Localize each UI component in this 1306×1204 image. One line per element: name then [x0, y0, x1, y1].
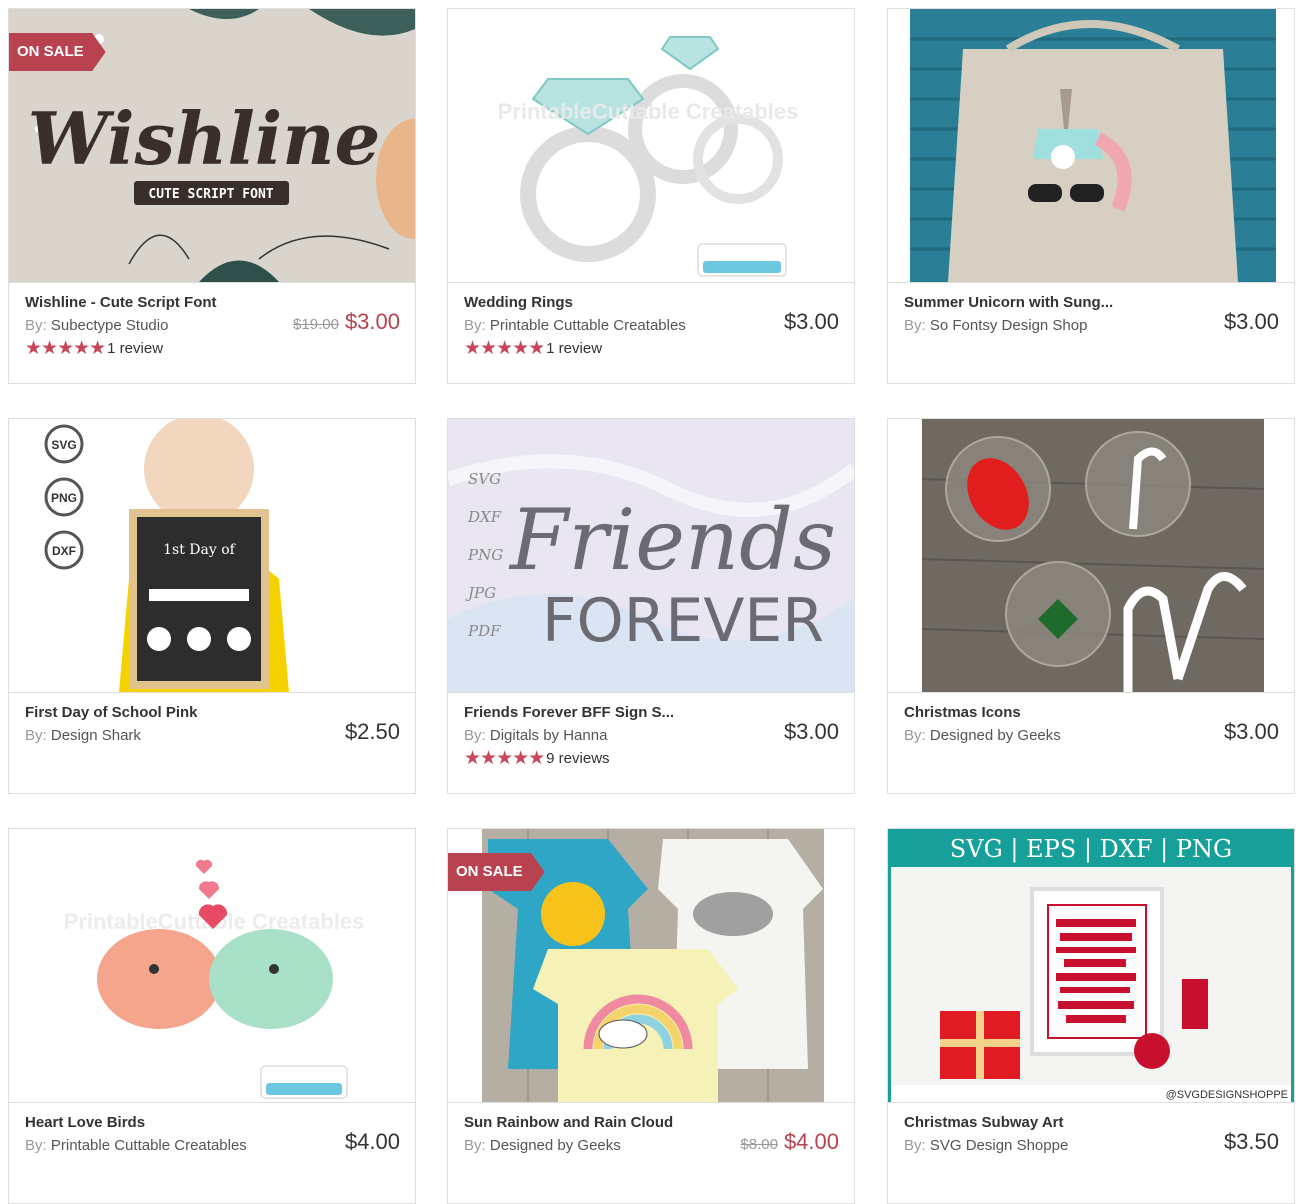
- product-card-first-day-school[interactable]: 1st Day of SVG PNG DXF First Day of Scho…: [8, 418, 416, 794]
- product-card-summer-unicorn[interactable]: Summer Unicorn with Sung... By: So Fonts…: [887, 8, 1295, 384]
- format-badge-svg: SVG: [51, 438, 76, 452]
- author-name[interactable]: Printable Cuttable Creatables: [51, 1137, 247, 1154]
- product-image[interactable]: SVG DXF PNG JPG PDF Friends FOREVER: [448, 419, 854, 693]
- product-image[interactable]: PrintableCuttable Creatables: [9, 829, 415, 1103]
- product-card-sun-rainbow[interactable]: ON SALE Sun Rainbow and Rain Cloud By: D…: [447, 828, 855, 1204]
- product-card-christmas-icons[interactable]: Christmas Icons By: Designed by Geeks $3…: [887, 418, 1295, 794]
- product-title[interactable]: Wishline - Cute Script Font: [25, 293, 285, 313]
- product-rating[interactable]: ★★★★★ 1 review: [464, 339, 724, 359]
- product-author[interactable]: By: Designed by Geeks: [464, 1136, 686, 1156]
- product-author[interactable]: By: Designed by Geeks: [904, 726, 1126, 746]
- image-footer-text: @SVGDESIGNSHOPPE: [1166, 1089, 1288, 1101]
- product-author[interactable]: By: So Fontsy Design Shop: [904, 316, 1126, 336]
- image-subtitle-text: FOREVER: [542, 586, 824, 656]
- current-price: $3.00: [783, 719, 839, 744]
- author-name[interactable]: Designed by Geeks: [930, 727, 1061, 744]
- product-author[interactable]: By: Subectype Studio: [25, 316, 247, 336]
- current-price: $2.50: [344, 719, 400, 744]
- product-card-wishline[interactable]: Wishline CUTE SCRIPT FONT ON SALE Wishli…: [8, 8, 416, 384]
- author-name[interactable]: Subectype Studio: [51, 317, 169, 334]
- image-title-text: Friends: [508, 491, 836, 589]
- current-price: $3.00: [344, 309, 400, 334]
- product-card-heart-love-birds[interactable]: PrintableCuttable Creatables Heart Love …: [8, 828, 416, 1204]
- product-title[interactable]: Sun Rainbow and Rain Cloud: [464, 1113, 724, 1133]
- by-label: By:: [464, 1137, 486, 1154]
- format-list-dxf: DXF: [467, 508, 502, 526]
- by-label: By:: [904, 727, 926, 744]
- format-badge-png: PNG: [51, 491, 77, 505]
- format-badge-dxf: DXF: [52, 544, 76, 558]
- product-title[interactable]: Heart Love Birds: [25, 1113, 285, 1133]
- product-price: $8.00 $4.00: [740, 1129, 839, 1155]
- product-title[interactable]: Summer Unicorn with Sung...: [904, 293, 1164, 313]
- product-title[interactable]: Christmas Icons: [904, 703, 1164, 723]
- author-name[interactable]: SVG Design Shoppe: [930, 1137, 1068, 1154]
- by-label: By:: [464, 317, 486, 334]
- format-list-png: PNG: [467, 546, 503, 564]
- current-price: $3.50: [1223, 1129, 1279, 1154]
- product-image[interactable]: PrintableCuttable Creatables: [448, 9, 854, 283]
- author-name[interactable]: So Fontsy Design Shop: [930, 317, 1088, 334]
- product-price: $2.50: [345, 719, 400, 745]
- author-name[interactable]: Designed by Geeks: [490, 1137, 621, 1154]
- image-subtitle-text: CUTE SCRIPT FONT: [148, 187, 273, 202]
- current-price: $3.00: [1223, 719, 1279, 744]
- current-price: $3.00: [1223, 309, 1279, 334]
- product-price: $3.00: [784, 719, 839, 745]
- product-price: $3.50: [1224, 1129, 1279, 1155]
- current-price: $4.00: [344, 1129, 400, 1154]
- original-price: $8.00: [740, 1136, 778, 1153]
- format-list-jpg: JPG: [465, 584, 496, 602]
- product-rating[interactable]: ★★★★★ 9 reviews: [464, 749, 724, 769]
- author-name[interactable]: Printable Cuttable Creatables: [490, 317, 686, 334]
- image-header-text: SVG | EPS | DXF | PNG: [950, 835, 1232, 864]
- product-image[interactable]: [888, 9, 1294, 283]
- format-list-pdf: PDF: [467, 622, 501, 640]
- by-label: By:: [25, 727, 47, 744]
- by-label: By:: [25, 1137, 47, 1154]
- star-rating-icon: ★★★★★: [464, 338, 545, 359]
- product-author[interactable]: By: Printable Cuttable Creatables: [464, 316, 686, 336]
- by-label: By:: [904, 317, 926, 334]
- current-price: $3.00: [783, 309, 839, 334]
- product-rating[interactable]: ★★★★★ 1 review: [25, 339, 285, 359]
- product-card-christmas-subway-art[interactable]: SVG | EPS | DXF | PNG @SVGDESIGNSHOPPE C…: [887, 828, 1295, 1204]
- by-label: By:: [25, 317, 47, 334]
- author-name[interactable]: Digitals by Hanna: [490, 727, 608, 744]
- author-name[interactable]: Design Shark: [51, 727, 141, 744]
- product-price: $3.00: [1224, 309, 1279, 335]
- product-price: $3.00: [1224, 719, 1279, 745]
- product-image[interactable]: 1st Day of SVG PNG DXF: [9, 419, 415, 693]
- current-price: $4.00: [783, 1129, 839, 1154]
- original-price: $19.00: [293, 316, 339, 333]
- product-price: $3.00: [784, 309, 839, 335]
- watermark-text: PrintableCuttable Creatables: [498, 99, 799, 124]
- format-list-svg: SVG: [468, 470, 501, 488]
- product-price: $4.00: [345, 1129, 400, 1155]
- product-title[interactable]: First Day of School Pink: [25, 703, 285, 723]
- review-count[interactable]: 1 review: [107, 339, 163, 359]
- product-title[interactable]: Wedding Rings: [464, 293, 724, 313]
- product-image[interactable]: SVG | EPS | DXF | PNG @SVGDESIGNSHOPPE: [888, 829, 1294, 1103]
- image-title-text: Wishline: [28, 96, 381, 181]
- review-count[interactable]: 1 review: [546, 339, 602, 359]
- on-sale-badge: ON SALE: [9, 33, 106, 71]
- star-rating-icon: ★★★★★: [464, 748, 545, 769]
- on-sale-badge: ON SALE: [448, 853, 545, 891]
- product-title[interactable]: Christmas Subway Art: [904, 1113, 1164, 1133]
- product-card-friends-forever[interactable]: SVG DXF PNG JPG PDF Friends FOREVER Frie…: [447, 418, 855, 794]
- product-price: $19.00 $3.00: [293, 309, 400, 335]
- chalkboard-text: 1st Day of: [163, 542, 237, 558]
- by-label: By:: [904, 1137, 926, 1154]
- review-count[interactable]: 9 reviews: [546, 749, 609, 769]
- product-author[interactable]: By: Printable Cuttable Creatables: [25, 1136, 247, 1156]
- product-card-wedding-rings[interactable]: PrintableCuttable Creatables Wedding Rin…: [447, 8, 855, 384]
- product-image[interactable]: [888, 419, 1294, 693]
- product-title[interactable]: Friends Forever BFF Sign S...: [464, 703, 724, 723]
- product-author[interactable]: By: SVG Design Shoppe: [904, 1136, 1126, 1156]
- product-author[interactable]: By: Digitals by Hanna: [464, 726, 686, 746]
- product-author[interactable]: By: Design Shark: [25, 726, 247, 746]
- star-rating-icon: ★★★★★: [25, 338, 106, 359]
- by-label: By:: [464, 727, 486, 744]
